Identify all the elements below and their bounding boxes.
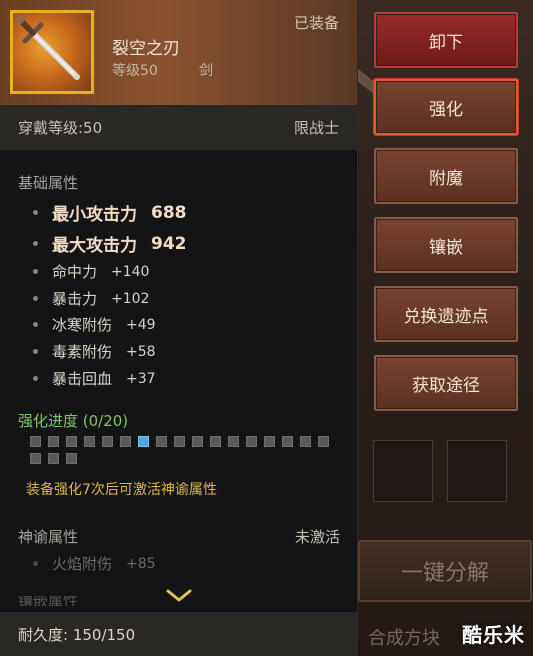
stat-name: 命中力 (52, 263, 98, 281)
item-type: 剑 (199, 63, 213, 79)
bullet-icon (33, 210, 38, 215)
enhancement-pip (48, 453, 59, 464)
stat-name: 冰寒附伤 (52, 316, 113, 334)
stat-value: +49 (126, 316, 156, 333)
background-slot (447, 440, 507, 502)
enhancement-pip (30, 436, 41, 447)
cutoff-section-title: 镶嵌属性 (18, 596, 79, 606)
enhancement-pip (228, 436, 239, 447)
stat-value: +58 (126, 343, 156, 360)
enhance-button[interactable]: 强化 (374, 79, 518, 135)
enhancement-pips (30, 436, 340, 464)
item-name: 裂空之刃 (112, 39, 180, 59)
enhancement-progress-title: 强化进度 (0/20) (18, 412, 129, 430)
enhancement-pip (300, 436, 311, 447)
oracle-attributes-title: 神谕属性 (18, 528, 79, 546)
exchange-relic-points-button[interactable]: 兑换遗迹点 (374, 286, 518, 342)
item-tooltip-panel: 裂空之刃 等级50 剑 已装备 穿戴等级:50 限战士 基础属性 最小攻击力 6… (0, 0, 358, 656)
sword-icon (10, 10, 94, 94)
oracle-status: 未激活 (294, 528, 340, 546)
stat-name: 最大攻击力 (52, 236, 137, 256)
stat-value: 942 (151, 233, 187, 254)
stat-name: 暴击回血 (52, 370, 113, 388)
durability-row: 耐久度: 150/150 (0, 612, 357, 656)
stat-value: +140 (111, 263, 150, 280)
stat-value: +85 (126, 555, 156, 572)
inlay-button[interactable]: 镶嵌 (374, 217, 518, 273)
enhancement-pip (30, 453, 41, 464)
enhancement-pip (174, 436, 185, 447)
acquisition-path-button[interactable]: 获取途径 (374, 355, 518, 411)
enhancement-pip (282, 436, 293, 447)
enhancement-pip (66, 453, 77, 464)
wear-level: 穿戴等级:50 (18, 119, 103, 137)
class-restriction: 限战士 (293, 119, 339, 137)
stat-value: 688 (151, 202, 187, 223)
oracle-stat-row: 火焰附伤 +85 (33, 553, 156, 574)
unequip-button[interactable]: 卸下 (374, 12, 518, 68)
main-stat-row: 最小攻击力 688 (33, 200, 187, 225)
item-header: 裂空之刃 等级50 剑 已装备 (0, 0, 357, 105)
main-stat-row: 最大攻击力 942 (33, 231, 187, 256)
requirements-row: 穿戴等级:50 限战士 (0, 105, 357, 150)
background-slot (373, 440, 433, 502)
background-synthesis-label: 合成方块 (368, 628, 440, 649)
base-attributes-title: 基础属性 (18, 174, 79, 192)
sub-stat-row: 命中力 +140 (33, 261, 149, 282)
sub-stat-row: 冰寒附伤 +49 (33, 314, 156, 335)
item-level: 等级50 (112, 63, 158, 79)
enhancement-pip (246, 436, 257, 447)
enhancement-pip (48, 436, 59, 447)
enhancement-note: 装备强化7次后可激活神谕属性 (26, 482, 217, 498)
bullet-icon (33, 349, 38, 354)
enhancement-pip (138, 436, 149, 447)
bullet-icon (33, 376, 38, 381)
enhancement-pip (120, 436, 131, 447)
stat-name: 毒素附伤 (52, 343, 113, 361)
bullet-icon (33, 561, 38, 566)
bullet-icon (33, 322, 38, 327)
equipped-status: 已装备 (293, 14, 339, 32)
stat-name: 最小攻击力 (52, 205, 137, 225)
bullet-icon (33, 241, 38, 246)
background-disassemble-button[interactable]: 一键分解 (358, 540, 532, 602)
enhancement-pip (66, 436, 77, 447)
stat-value: +37 (126, 370, 156, 387)
bullet-icon (33, 269, 38, 274)
scroll-down-chevron-icon[interactable] (166, 588, 192, 607)
enhancement-pip (264, 436, 275, 447)
enchant-button[interactable]: 附魔 (374, 148, 518, 204)
stat-name: 火焰附伤 (52, 555, 113, 573)
enhancement-pip (210, 436, 221, 447)
enhancement-pip (102, 436, 113, 447)
enhancement-pip (156, 436, 167, 447)
sub-stat-row: 毒素附伤 +58 (33, 341, 156, 362)
sub-stat-row: 暴击力 +102 (33, 288, 149, 309)
bullet-icon (33, 296, 38, 301)
enhancement-pip (318, 436, 329, 447)
watermark-logo: 酷乐米 (462, 623, 525, 647)
sub-stat-row: 暴击回血 +37 (33, 368, 156, 389)
enhancement-pip (84, 436, 95, 447)
stat-name: 暴击力 (52, 290, 98, 308)
durability: 耐久度: 150/150 (18, 625, 136, 644)
stat-value: +102 (111, 290, 150, 307)
enhancement-pip (192, 436, 203, 447)
